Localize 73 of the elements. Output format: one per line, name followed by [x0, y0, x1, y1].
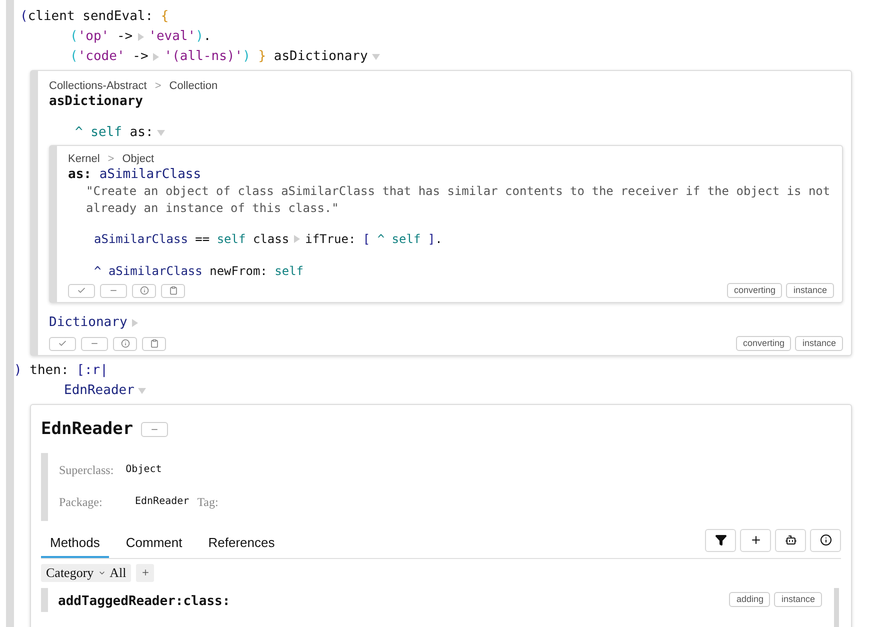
expand-right-icon[interactable]	[293, 235, 302, 243]
field-label: Superclass:	[59, 462, 114, 478]
code-text: ^ self as:	[75, 124, 154, 142]
copy-button[interactable]	[142, 336, 166, 350]
expand-right-icon[interactable]	[136, 33, 145, 41]
breadcrumb-separator: >	[154, 79, 162, 93]
code-text: ) then: [:r|	[14, 362, 108, 380]
check-icon	[77, 286, 86, 295]
method-comment: "Create an object of class aSimilarClass that has similar contents to the receiver if the object is not already an instance of this class."	[85, 183, 832, 217]
info-icon	[120, 339, 130, 348]
method-title: asDictionary	[49, 93, 144, 111]
code-text: aSimilarClass == self class	[94, 231, 290, 248]
remove-button[interactable]	[81, 336, 108, 350]
code-text: '(all-ns)') } asDictionary	[164, 48, 368, 66]
copy-button[interactable]	[161, 284, 185, 298]
remove-button[interactable]	[100, 284, 127, 298]
accept-button[interactable]	[68, 284, 95, 298]
code-text: ('code' ->	[70, 48, 148, 66]
info-button[interactable]	[810, 528, 841, 552]
breadcrumb-separator: >	[108, 152, 114, 166]
expand-down-icon[interactable]	[138, 387, 146, 395]
plus-icon	[750, 534, 762, 546]
inspect-button[interactable]	[113, 336, 137, 350]
breadcrumb-link[interactable]: Object	[122, 152, 154, 166]
code-text: 'eval').	[148, 28, 212, 46]
collapse-button[interactable]	[141, 422, 168, 438]
class-title: EdnReader	[41, 418, 134, 441]
category-dropdown[interactable]: Category All	[41, 564, 132, 582]
code-text: (client sendEval: {	[20, 8, 169, 26]
robot-button[interactable]	[775, 528, 806, 552]
tab[interactable]: References	[199, 530, 284, 558]
category-tag[interactable]: converting	[726, 283, 782, 298]
check-icon	[58, 339, 67, 348]
accept-button[interactable]	[49, 336, 76, 350]
breadcrumb-link[interactable]: Kernel	[68, 152, 100, 166]
field-label: Tag:	[197, 494, 218, 510]
field-value: Object	[126, 463, 162, 477]
code-text: Dictionary	[49, 314, 128, 332]
tab[interactable]: Methods	[41, 530, 109, 558]
category-tag[interactable]: instance	[774, 592, 822, 606]
code-text: ('op' ->	[70, 28, 133, 46]
clipboard-icon	[168, 286, 178, 295]
plus-icon	[140, 568, 150, 577]
method-name[interactable]: addTaggedReader:class:	[48, 588, 730, 611]
expand-right-icon[interactable]	[152, 53, 160, 61]
category-tag[interactable]: adding	[729, 592, 770, 606]
add-category-button[interactable]	[136, 564, 154, 582]
code-text: ^ aSimilarClass newFrom: self	[94, 263, 304, 280]
filter-icon	[714, 534, 726, 546]
breadcrumb-link[interactable]: Collection	[169, 79, 218, 93]
expand-down-icon[interactable]	[157, 129, 166, 137]
inspect-button[interactable]	[132, 284, 156, 298]
tab[interactable]: Comment	[116, 530, 192, 558]
field-label: Package:	[59, 494, 104, 510]
category-tag[interactable]: instance	[786, 283, 834, 298]
expand-down-icon[interactable]	[372, 53, 380, 61]
category-tag[interactable]: converting	[736, 336, 792, 351]
add-button[interactable]	[740, 528, 771, 552]
code-text: ifTrue: [ ^ self ].	[305, 231, 442, 248]
method-argument: aSimilarClass	[99, 166, 202, 183]
panel-bar	[41, 588, 48, 612]
panel-bar	[41, 452, 48, 520]
robot-icon	[784, 534, 796, 546]
category-tag[interactable]: instance	[795, 336, 843, 351]
code-text: EdnReader	[64, 382, 134, 400]
expand-right-icon[interactable]	[131, 319, 140, 327]
breadcrumb-link[interactable]: Collections-Abstract	[49, 79, 147, 93]
clipboard-icon	[150, 339, 158, 348]
info-icon	[140, 286, 148, 295]
field-value: EdnReader	[135, 495, 190, 509]
info-icon	[820, 534, 832, 546]
method-keyword: as:	[68, 166, 92, 183]
filter-button[interactable]	[705, 528, 736, 552]
